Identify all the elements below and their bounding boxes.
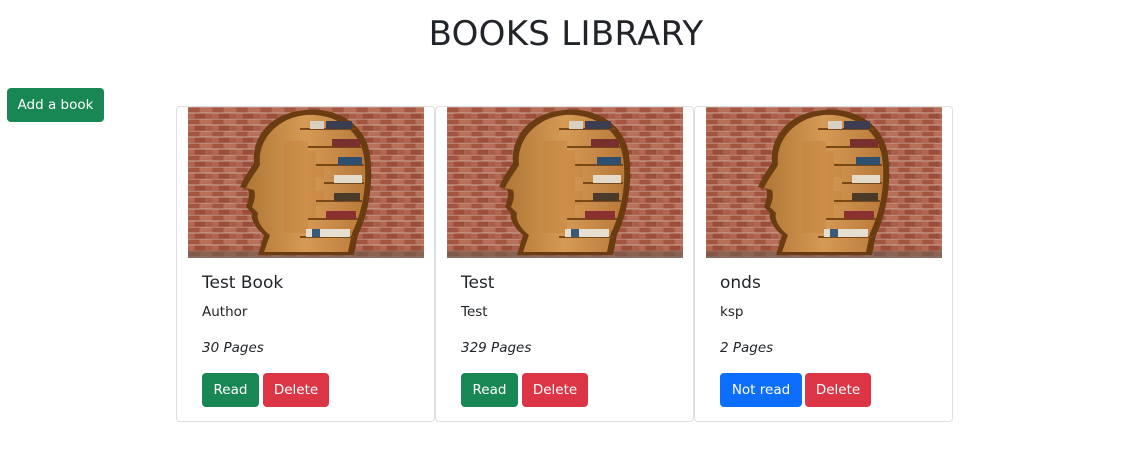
read-status-button[interactable]: Read	[202, 373, 259, 407]
book-pages: 30 Pages	[202, 340, 264, 356]
page: BOOKS LIBRARY Add a book Test Book Autho…	[0, 0, 1124, 454]
book-cover-image	[706, 107, 942, 258]
delete-button[interactable]: Delete	[522, 373, 588, 407]
book-pages: 2 Pages	[720, 340, 774, 356]
read-status-button[interactable]: Read	[461, 373, 518, 407]
delete-button[interactable]: Delete	[263, 373, 329, 407]
add-book-button[interactable]: Add a book	[7, 88, 104, 122]
page-title: BOOKS LIBRARY	[428, 14, 704, 54]
book-card: Test Test 329 Pages Read Delete	[435, 106, 694, 422]
book-title: Test	[461, 273, 495, 293]
book-title: Test Book	[202, 273, 284, 293]
book-title: onds	[720, 273, 761, 293]
delete-button[interactable]: Delete	[805, 373, 871, 407]
book-cover-image	[188, 107, 424, 258]
book-author: ksp	[720, 304, 744, 320]
book-card: Test Book Author 30 Pages Read Delete	[176, 106, 435, 422]
book-author: Author	[202, 304, 248, 320]
book-pages: 329 Pages	[461, 340, 532, 356]
book-author: Test	[461, 304, 488, 320]
book-cover-image	[447, 107, 683, 258]
book-card: onds ksp 2 Pages Not read Delete	[694, 106, 953, 422]
read-status-button[interactable]: Not read	[720, 373, 802, 407]
